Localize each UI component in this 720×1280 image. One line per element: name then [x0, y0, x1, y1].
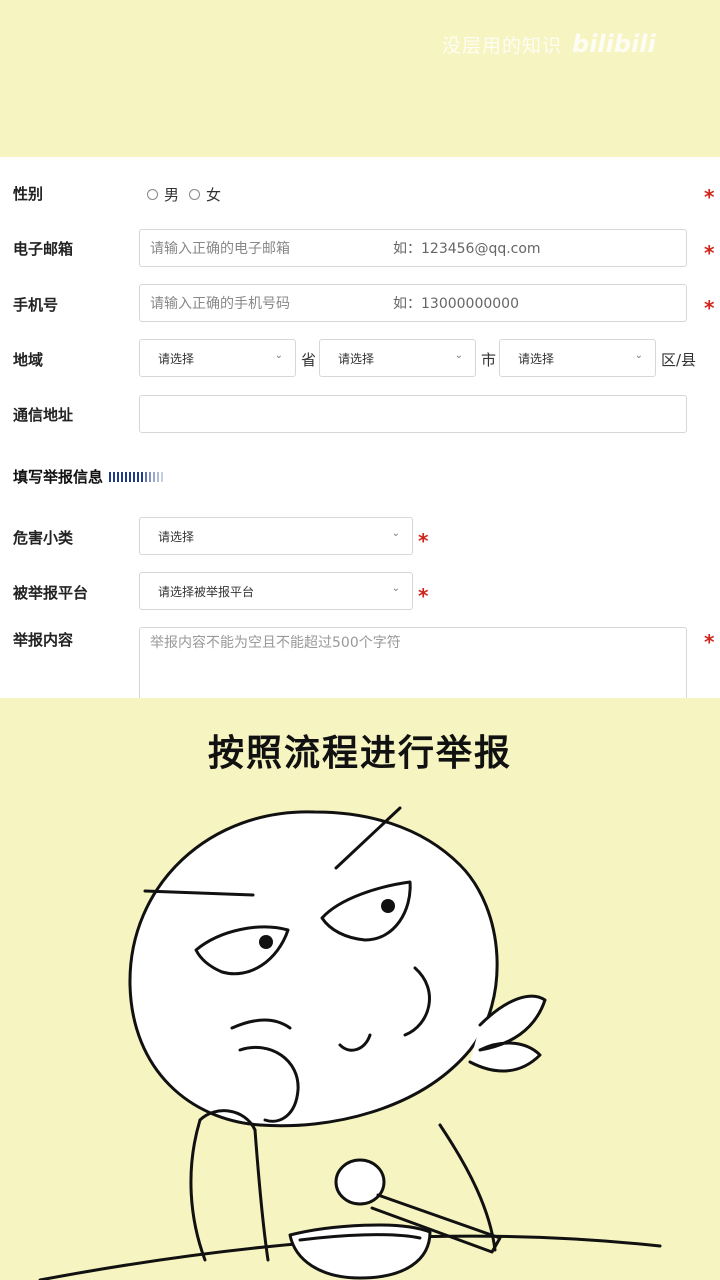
chevron-down-icon: ⌄: [634, 350, 643, 361]
category-select-value: 请选择: [158, 529, 195, 544]
gender-label: 性别: [13, 185, 44, 203]
caption: 按照流程进行举报: [207, 733, 512, 774]
address-field[interactable]: [139, 395, 687, 433]
address-label: 通信地址: [13, 406, 74, 424]
email-placeholder: 请输入正确的电子邮箱: [150, 241, 290, 257]
county-unit: 区/县: [661, 351, 697, 369]
content-label: 举报内容: [13, 631, 74, 649]
province-select-value: 请选择: [158, 351, 195, 366]
gender-radio-group: 男 女: [147, 184, 231, 205]
chevron-down-icon: ⌄: [454, 350, 463, 361]
province-select[interactable]: 请选择 ⌄: [139, 339, 296, 377]
gender-option-female[interactable]: 女: [189, 184, 221, 205]
required-mark: *: [418, 529, 429, 553]
report-form-screenshot: 性别 男 女 * 电子邮箱 请输入正确的电子邮箱 如：123456@qq.com…: [0, 157, 720, 698]
platform-select[interactable]: 请选择被举报平台 ⌄: [139, 572, 413, 610]
section-title-text: 填写举报信息: [13, 468, 104, 486]
watermark: 没层用的知识 bilibili: [442, 30, 656, 58]
county-select[interactable]: 请选择 ⌄: [499, 339, 656, 377]
city-select[interactable]: 请选择 ⌄: [319, 339, 476, 377]
phone-field[interactable]: 请输入正确的手机号码 如：13000000000: [139, 284, 687, 322]
category-label: 危害小类: [13, 529, 74, 547]
watermark-text: 没层用的知识: [442, 34, 563, 57]
email-field[interactable]: 请输入正确的电子邮箱 如：123456@qq.com: [139, 229, 687, 267]
chevron-down-icon: ⌄: [391, 583, 400, 594]
gender-option-male-label: 男: [164, 186, 180, 204]
content-textarea[interactable]: 举报内容不能为空且不能超过500个字符: [139, 627, 687, 698]
required-mark: *: [704, 185, 715, 209]
platform-label: 被举报平台: [13, 584, 89, 602]
required-mark: *: [704, 241, 715, 265]
county-select-value: 请选择: [518, 351, 555, 366]
gender-option-female-label: 女: [206, 186, 222, 204]
category-select[interactable]: 请选择 ⌄: [139, 517, 413, 555]
region-label: 地域: [13, 351, 44, 369]
thinking-cartoon-illustration: [38, 806, 662, 1280]
chevron-down-icon: ⌄: [274, 350, 283, 361]
required-mark: *: [704, 296, 715, 320]
city-unit: 市: [481, 351, 497, 369]
radio-icon[interactable]: [189, 189, 201, 200]
email-label: 电子邮箱: [13, 240, 74, 258]
radio-icon[interactable]: [147, 189, 158, 200]
bilibili-logo: bilibili: [572, 30, 656, 58]
chevron-down-icon: ⌄: [391, 528, 400, 539]
platform-select-value: 请选择被举报平台: [158, 584, 255, 599]
phone-label: 手机号: [13, 296, 59, 314]
phone-example: 如：13000000000: [393, 296, 519, 312]
email-example: 如：123456@qq.com: [393, 241, 541, 257]
city-select-value: 请选择: [338, 351, 375, 366]
phone-placeholder: 请输入正确的手机号码: [150, 296, 290, 312]
content-placeholder: 举报内容不能为空且不能超过500个字符: [150, 635, 401, 651]
section-title: 填写举报信息: [13, 466, 164, 487]
gender-option-male[interactable]: 男: [147, 184, 179, 205]
section-decoration: [109, 471, 164, 482]
required-mark: *: [704, 630, 715, 654]
required-mark: *: [418, 584, 429, 608]
province-unit: 省: [301, 351, 317, 369]
